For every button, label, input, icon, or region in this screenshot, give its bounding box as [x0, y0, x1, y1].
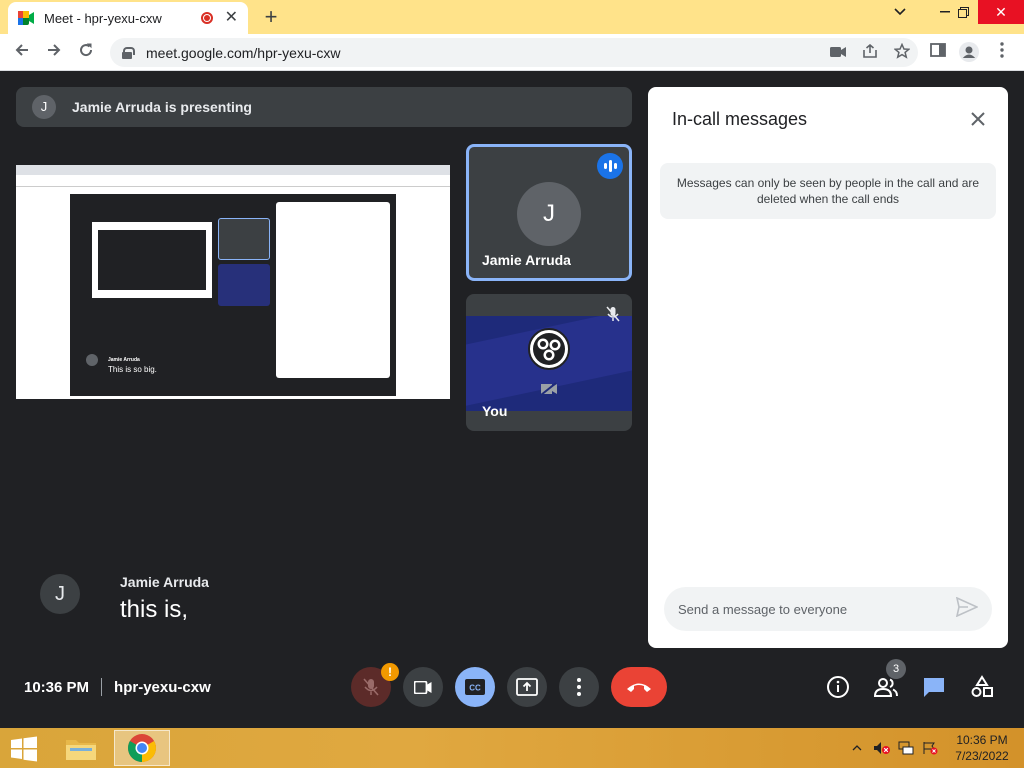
message-input[interactable]: [678, 599, 938, 619]
message-input-box[interactable]: [664, 587, 992, 631]
shared-caption-text: This is so big.: [108, 365, 157, 374]
meet-favicon-icon: [18, 11, 34, 25]
file-explorer-taskbar-button[interactable]: [53, 730, 109, 766]
self-video: [466, 316, 632, 411]
shared-caption-avatar: [86, 354, 98, 366]
camera-icon: [414, 680, 432, 694]
shared-tile-you: [218, 264, 270, 306]
tab-meet[interactable]: Meet - hpr-yexu-cxw ✕: [8, 2, 248, 34]
tab-strip: Meet - hpr-yexu-cxw ✕ + ✕: [0, 0, 1024, 34]
captions-toggle-button[interactable]: CC: [455, 667, 495, 707]
share-icon[interactable]: [854, 43, 886, 61]
divider: [101, 678, 103, 696]
address-bar[interactable]: meet.google.com/hpr-yexu-cxw: [110, 38, 918, 67]
side-panel-icon[interactable]: [928, 42, 948, 62]
shared-chat-panel: [276, 202, 390, 378]
meeting-time: 10:36 PM: [24, 678, 90, 696]
participant-tile-presenter[interactable]: J Jamie Arruda: [466, 144, 632, 281]
system-clock[interactable]: 10:36 PM 7/23/2022: [950, 732, 1014, 764]
profile-avatar-icon[interactable]: [959, 42, 979, 62]
forward-button[interactable]: [42, 40, 66, 64]
caption-speaker-name: Jamie Arruda: [120, 574, 209, 590]
messages-notice: Messages can only be seen by people in t…: [660, 163, 996, 219]
shared-browser-tabs: [16, 165, 450, 175]
tab-title: Meet - hpr-yexu-cxw: [44, 10, 162, 26]
caption-speaker-avatar: J: [40, 574, 80, 614]
camera-toggle-button[interactable]: [403, 667, 443, 707]
mic-alert-badge: !: [381, 663, 399, 681]
new-tab-button[interactable]: +: [258, 4, 284, 30]
network-icon[interactable]: [896, 728, 916, 768]
chat-icon: [924, 678, 944, 697]
file-explorer-icon: [66, 740, 96, 760]
svg-text:CC: CC: [469, 684, 481, 693]
volume-muted-icon[interactable]: [872, 728, 892, 768]
start-button[interactable]: [10, 736, 38, 762]
send-message-button[interactable]: [955, 596, 980, 621]
caption-text: this is,: [120, 596, 189, 623]
shared-taskbar: [16, 399, 450, 409]
system-date: 7/23/2022: [955, 749, 1009, 763]
shared-nested-screen: [92, 222, 212, 298]
url-text: meet.google.com/hpr-yexu-cxw: [146, 44, 341, 61]
shared-caption: Jamie Arruda This is so big.: [108, 354, 157, 375]
shared-screen[interactable]: Jamie Arruda This is so big.: [16, 165, 450, 409]
present-icon: [516, 678, 538, 696]
action-center-flag-icon[interactable]: [920, 728, 940, 768]
lock-icon: [122, 46, 135, 59]
speaking-indicator-icon: [597, 153, 623, 179]
more-options-button[interactable]: [559, 667, 599, 707]
recording-indicator-icon: [200, 12, 213, 24]
chat-button[interactable]: [921, 674, 947, 700]
presenter-avatar: J: [32, 95, 56, 119]
show-hidden-icons-button[interactable]: [848, 728, 866, 768]
participant-name: Jamie Arruda: [482, 252, 571, 268]
leave-call-button[interactable]: [611, 667, 667, 707]
participant-name: You: [482, 403, 508, 419]
camera-in-use-icon[interactable]: [822, 45, 854, 61]
bookmark-star-icon[interactable]: [886, 42, 918, 62]
people-icon: [873, 678, 898, 697]
shared-tile-presenter: [218, 218, 270, 260]
reload-button[interactable]: [74, 40, 98, 64]
windows-taskbar: 10:36 PM 7/23/2022: [0, 728, 1024, 768]
meeting-code: hpr-yexu-cxw: [114, 678, 211, 696]
activities-icon: [971, 675, 993, 697]
meeting-details: 10:36 PM hpr-yexu-cxw: [24, 678, 211, 696]
muted-mic-icon: [606, 306, 620, 325]
shared-caption-name: Jamie Arruda: [108, 357, 140, 363]
meeting-details-button[interactable]: [825, 674, 851, 700]
obs-logo-icon: [528, 328, 570, 370]
mic-off-icon: [363, 678, 379, 696]
shared-address-bar: [16, 175, 450, 187]
chrome-taskbar-button[interactable]: [114, 730, 170, 766]
windows-logo-icon: [11, 736, 37, 762]
present-now-button[interactable]: [507, 667, 547, 707]
participant-avatar: J: [517, 182, 581, 246]
tab-search-button[interactable]: [886, 0, 914, 24]
presenting-text: Jamie Arruda is presenting: [72, 99, 252, 115]
window-close-button[interactable]: ✕: [978, 0, 1024, 24]
microphone-toggle-button[interactable]: !: [351, 663, 399, 707]
browser-menu-icon[interactable]: [992, 42, 1012, 62]
panel-close-button[interactable]: [966, 107, 990, 131]
restore-button[interactable]: [948, 0, 978, 24]
camera-off-icon: [540, 382, 558, 396]
back-button[interactable]: [10, 40, 34, 64]
system-time: 10:36 PM: [956, 733, 1008, 747]
chrome-icon: [128, 734, 156, 762]
presenting-banner: J Jamie Arruda is presenting: [16, 87, 632, 127]
activities-button[interactable]: [969, 674, 995, 700]
in-call-messages-panel: In-call messages Messages can only be se…: [648, 87, 1008, 648]
panel-title: In-call messages: [672, 109, 808, 129]
tab-close-button[interactable]: ✕: [225, 10, 238, 26]
leave-call-icon: [627, 683, 651, 692]
more-icon: [577, 678, 581, 696]
participant-tile-self[interactable]: You: [466, 294, 632, 431]
browser-toolbar: meet.google.com/hpr-yexu-cxw: [0, 34, 1024, 71]
info-icon: [827, 676, 849, 698]
participant-count-badge: 3: [886, 659, 906, 679]
captions-icon: CC: [465, 679, 485, 695]
